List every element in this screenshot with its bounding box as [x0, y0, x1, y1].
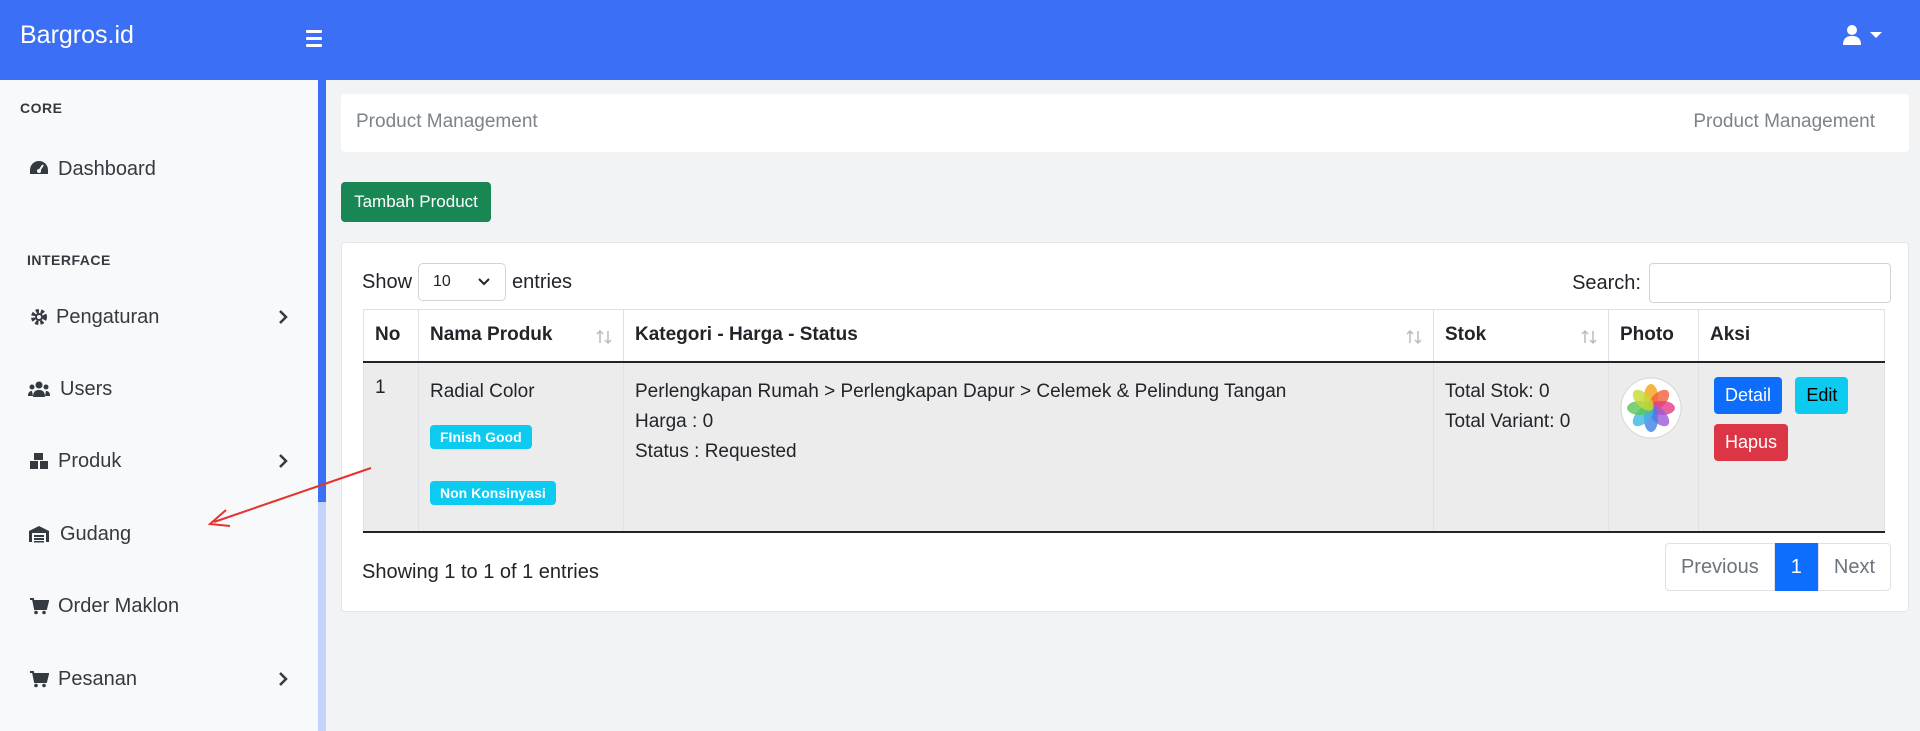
sidebar-item-users[interactable]: Users [0, 365, 310, 413]
sidebar-item-label: Pesanan [58, 667, 137, 690]
chevron-right-icon [276, 310, 290, 324]
search-label: Search: [1572, 271, 1641, 294]
total-stock: Total Stok: 0 [1445, 380, 1550, 402]
column-header-label: Stok [1445, 324, 1487, 346]
cell-nama-produk: Radial Color FInish Good Non Konsinyasi [418, 361, 624, 533]
pagination: Previous 1 Next [1664, 543, 1891, 591]
column-header-kategori[interactable]: Kategori - Harga - Status [623, 309, 1434, 363]
chevron-down-icon [478, 278, 490, 286]
sidebar-item-label: Dashboard [58, 157, 156, 180]
product-table: No Nama Produk Kategori - Harga - Status… [363, 309, 1885, 533]
user-menu-button[interactable] [1842, 24, 1882, 46]
table-row: 1 Radial Color FInish Good Non Konsinyas… [363, 361, 1885, 533]
detail-button[interactable]: Detail [1714, 376, 1783, 414]
sidebar-item-gudang[interactable]: Gudang [0, 510, 310, 558]
show-label: Show [362, 270, 413, 293]
sidebar-heading-interface: INTERFACE [27, 252, 111, 268]
sidebar-item-dashboard[interactable]: Dashboard [0, 145, 310, 193]
column-header-stok[interactable]: Stok [1433, 309, 1609, 363]
top-navbar: Bargros.id [0, 0, 1920, 80]
page-size-value: 10 [433, 273, 451, 290]
cart-icon [28, 668, 50, 690]
product-name: Radial Color [430, 380, 535, 402]
column-header-label: Kategori - Harga - Status [635, 324, 858, 346]
hamburger-icon [306, 29, 322, 33]
sidebar-item-label: Order Maklon [58, 594, 180, 617]
page-1-button[interactable]: 1 [1774, 543, 1818, 591]
boxes-icon [28, 450, 50, 472]
delete-button[interactable]: Hapus [1714, 423, 1789, 461]
edit-button[interactable]: Edit [1795, 376, 1849, 414]
sidebar-item-pesanan[interactable]: Pesanan [0, 655, 310, 703]
status-text: Status : Requested [635, 440, 797, 462]
warehouse-icon [28, 523, 50, 545]
next-page-button[interactable]: Next [1817, 543, 1891, 591]
previous-page-button[interactable]: Previous [1664, 543, 1775, 591]
cell-kategori: Perlengkapan Rumah > Perlengkapan Dapur … [623, 361, 1434, 533]
sidebar: CORE Dashboard INTERFACE Pengaturan User… [0, 80, 318, 731]
badge-finish-good: FInish Good [430, 424, 532, 449]
product-table-card: Show 10 entries Search: No Nama Produk K… [341, 242, 1909, 612]
column-header-aksi: Aksi [1698, 309, 1885, 363]
badge-non-konsinyasi: Non Konsinyasi [430, 480, 556, 505]
sidebar-heading-core: CORE [20, 100, 63, 116]
breadcrumb: Product Management Product Management [341, 94, 1909, 152]
price-text: Harga : 0 [635, 410, 714, 432]
table-info: Showing 1 to 1 of 1 entries [362, 561, 599, 583]
sidebar-item-pengaturan[interactable]: Pengaturan [0, 293, 310, 341]
total-variant: Total Variant: 0 [1445, 410, 1571, 432]
brand-logo[interactable]: Bargros.id [20, 21, 134, 50]
user-icon [1843, 25, 1861, 45]
sidebar-item-produk[interactable]: Produk [0, 437, 310, 485]
cell-stok: Total Stok: 0 Total Variant: 0 [1433, 361, 1609, 533]
category-path: Perlengkapan Rumah > Perlengkapan Dapur … [635, 380, 1287, 402]
sidebar-scrollbar[interactable] [318, 80, 326, 731]
cart-icon [28, 595, 50, 617]
cell-no: 1 [363, 361, 419, 533]
photos-app-icon[interactable] [1620, 377, 1682, 445]
users-icon [28, 378, 50, 400]
column-header-label: Nama Produk [430, 324, 553, 346]
page-size-select[interactable]: 10 [418, 263, 507, 301]
column-header-nama-produk[interactable]: Nama Produk [418, 309, 624, 363]
sidebar-item-order-maklon[interactable]: Order Maklon [0, 582, 310, 630]
cell-photo [1608, 361, 1699, 533]
cell-aksi: Detail Edit Hapus [1698, 361, 1885, 533]
page-size-control: Show 10 entries [362, 263, 572, 301]
search-input[interactable] [1649, 263, 1891, 303]
add-product-button[interactable]: Tambah Product [341, 182, 491, 222]
page-title: Product Management [356, 111, 538, 132]
chevron-down-icon [1870, 32, 1882, 38]
search-control: Search: [1572, 263, 1891, 303]
column-header-photo: Photo [1608, 309, 1699, 363]
sidebar-item-label: Pengaturan [56, 305, 160, 328]
sort-icon [595, 328, 613, 346]
table-header-row: No Nama Produk Kategori - Harga - Status… [363, 309, 1885, 363]
gear-icon [28, 306, 50, 328]
gauge-icon [28, 158, 50, 180]
sidebar-item-label: Gudang [60, 522, 132, 545]
sidebar-item-label: Users [60, 377, 113, 400]
chevron-right-icon [276, 672, 290, 686]
sidebar-toggle-button[interactable] [306, 24, 326, 52]
sort-icon [1405, 328, 1423, 346]
scrollbar-thumb[interactable] [318, 80, 326, 502]
breadcrumb-current: Product Management [1693, 111, 1875, 132]
sidebar-item-label: Produk [58, 449, 122, 472]
column-header-no[interactable]: No [363, 309, 419, 363]
chevron-right-icon [276, 454, 290, 468]
sort-icon [1580, 328, 1598, 346]
entries-label: entries [512, 270, 573, 293]
